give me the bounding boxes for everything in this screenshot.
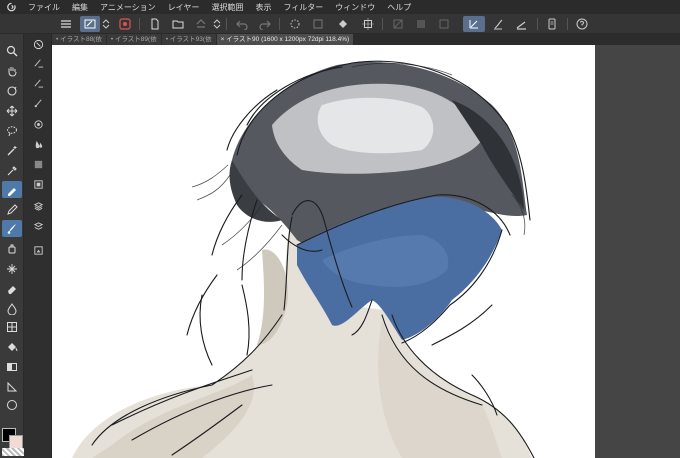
menu-view[interactable]: 表示 [249, 2, 277, 13]
menu-help[interactable]: ヘルプ [381, 2, 417, 13]
app-logo-icon[interactable] [0, 0, 22, 14]
separator [382, 18, 383, 30]
texture-subtool-icon[interactable] [29, 156, 47, 172]
ruler-tool-icon[interactable] [2, 378, 22, 395]
separator [226, 18, 227, 30]
transparent-color-swatch[interactable] [2, 448, 24, 456]
canvas-paper[interactable] [52, 45, 595, 458]
layer-outline-icon[interactable] [436, 16, 452, 32]
artwork [72, 60, 535, 458]
clear-selection-icon[interactable] [287, 16, 303, 32]
tool-palette [0, 34, 24, 458]
eraser-tool-icon[interactable] [2, 280, 22, 297]
tab-illust-88[interactable]: • イラスト88(依 [52, 34, 106, 45]
command-bar [0, 14, 680, 34]
tab-illust-93[interactable]: • イラスト93(依 [161, 34, 216, 45]
gradient-tool-icon[interactable] [2, 358, 22, 375]
save-icon[interactable] [193, 16, 209, 32]
undo-icon[interactable] [234, 16, 250, 32]
blend-drop-icon[interactable] [29, 136, 47, 152]
fill-tool-icon[interactable] [2, 338, 22, 355]
brush-tool-icon[interactable] [2, 220, 22, 237]
brush-snap-icon[interactable] [490, 16, 506, 32]
layer-mask-icon[interactable] [413, 16, 429, 32]
pencil-tool-icon[interactable] [2, 201, 22, 218]
oil-subtool-icon[interactable] [29, 116, 47, 132]
watercolor-subtool-icon[interactable] [29, 94, 47, 110]
move-tool-icon[interactable] [2, 102, 22, 119]
canvas-background [595, 45, 680, 458]
tab-illust-90[interactable]: × イラスト90 (1600 x 1200px 72dpi 118.4%) [216, 34, 354, 45]
hand-tool-icon[interactable] [2, 62, 22, 79]
zoom-tool-icon[interactable] [2, 42, 22, 59]
separator [279, 18, 280, 30]
separator [567, 18, 568, 30]
menu-window[interactable]: ウィンドウ [329, 2, 381, 13]
separator [139, 18, 140, 30]
stepper-arrows-icon[interactable] [101, 16, 111, 32]
magic-wand-icon[interactable] [2, 142, 22, 159]
redo-icon[interactable] [257, 16, 273, 32]
decoration-tool-icon[interactable] [2, 260, 22, 277]
material-icon[interactable] [29, 242, 47, 258]
menu-file[interactable]: ファイル [22, 2, 66, 13]
separator [537, 18, 538, 30]
menu-edit[interactable]: 編集 [66, 2, 94, 13]
new-file-icon[interactable] [147, 16, 163, 32]
clip-studio-record-icon[interactable] [117, 16, 133, 32]
lasso-select-icon[interactable] [2, 122, 22, 139]
stack-icon[interactable] [29, 218, 47, 234]
document-tab-bar: • イラスト88(依 • イラスト89(依 • イラスト93(依 × イラスト9… [52, 34, 680, 45]
help-icon[interactable] [574, 16, 590, 32]
airbrush-tool-icon[interactable] [2, 240, 22, 257]
blend-tool-icon[interactable] [2, 300, 22, 317]
pen-subtool-icon[interactable] [29, 54, 47, 70]
ruler-snap-button[interactable] [463, 16, 485, 32]
square-subtool-icon[interactable] [29, 176, 47, 192]
crop-icon[interactable] [310, 16, 326, 32]
canvas-area[interactable] [52, 45, 680, 458]
open-folder-icon[interactable] [170, 16, 186, 32]
eyedropper-icon[interactable] [2, 162, 22, 179]
figure-tool-icon[interactable] [2, 318, 22, 335]
marker-subtool-icon[interactable] [29, 74, 47, 90]
subtool-menu-icon[interactable] [29, 36, 47, 52]
menu-bar: ファイル 編集 アニメーション レイヤー 選択範囲 表示 フィルター ウィンドウ… [0, 0, 680, 14]
text-tool-icon[interactable] [2, 396, 22, 413]
menu-selection[interactable]: 選択範囲 [205, 2, 249, 13]
sub-tool-palette [24, 34, 52, 458]
pen-tool-icon[interactable] [2, 181, 22, 198]
menu-animation[interactable]: アニメーション [94, 2, 162, 13]
menu-filter[interactable]: フィルター [277, 2, 329, 13]
layers-icon[interactable] [29, 198, 47, 214]
hamburger-menu-icon[interactable] [58, 16, 74, 32]
fill-bucket-icon[interactable] [335, 16, 351, 32]
menu-layer[interactable]: レイヤー [162, 2, 206, 13]
stepper-arrows-icon[interactable] [212, 16, 222, 32]
ruler-icon[interactable] [513, 16, 529, 32]
smartphone-connect-icon[interactable] [544, 16, 560, 32]
sub-color-swatch[interactable] [9, 435, 23, 449]
transform-icon[interactable] [360, 16, 376, 32]
rotate-tool-icon[interactable] [2, 82, 22, 99]
select-off-icon[interactable] [390, 16, 406, 32]
tab-illust-89[interactable]: • イラスト89(依 [106, 34, 161, 45]
pen-pressure-button[interactable] [80, 16, 100, 32]
